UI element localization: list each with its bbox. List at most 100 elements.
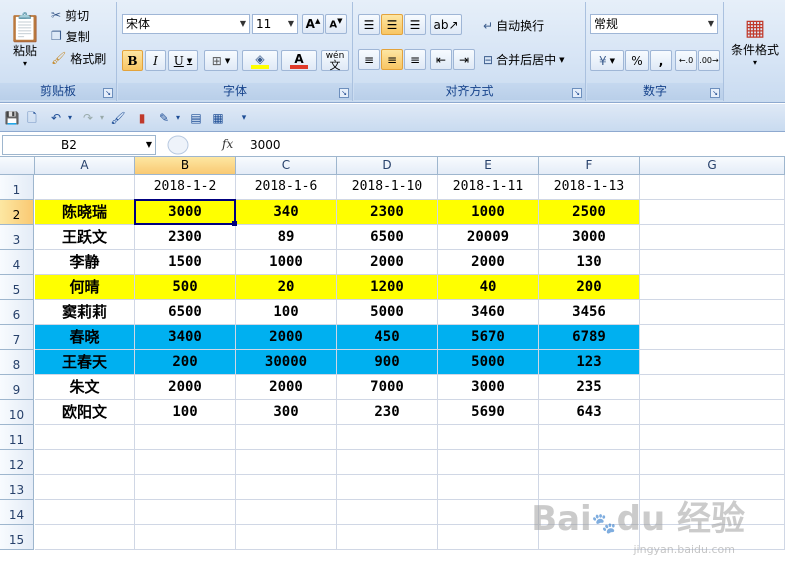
increase-indent-button[interactable]: ⇥	[453, 49, 475, 70]
copy-button[interactable]: ❐ 复制	[50, 26, 110, 46]
new-file-icon[interactable]: 🗋	[24, 110, 40, 126]
cell-b1[interactable]: 2018-1-2	[135, 175, 236, 200]
cell-f11[interactable]	[539, 425, 640, 450]
column-header-b[interactable]: B	[135, 157, 236, 175]
name-box[interactable]: B2 ▼	[2, 135, 156, 155]
row-header[interactable]: 11	[0, 425, 34, 450]
align-bottom-button[interactable]: ☰	[404, 14, 426, 35]
cell-d8[interactable]: 900	[337, 350, 438, 375]
row-header[interactable]: 3	[0, 225, 34, 250]
cell-f7[interactable]: 6789	[539, 325, 640, 350]
cell-g4[interactable]	[640, 250, 785, 275]
paste-button[interactable]: 📋 粘贴 ▾	[4, 4, 46, 78]
comma-style-button[interactable]: ,	[650, 50, 672, 71]
cell-c10[interactable]: 300	[236, 400, 337, 425]
format-painter-icon[interactable]: 🖌	[110, 110, 126, 126]
cell-b4[interactable]: 1500	[135, 250, 236, 275]
cell-c14[interactable]	[236, 500, 337, 525]
insert-function-button[interactable]: fx	[222, 137, 233, 151]
cell-f1[interactable]: 2018-1-13	[539, 175, 640, 200]
cell-d10[interactable]: 230	[337, 400, 438, 425]
cell-b14[interactable]	[135, 500, 236, 525]
underline-button[interactable]: U ▼	[168, 50, 198, 71]
cell-g8[interactable]	[640, 350, 785, 375]
cell-g12[interactable]	[640, 450, 785, 475]
column-header-c[interactable]: C	[236, 157, 337, 175]
cell-d14[interactable]	[337, 500, 438, 525]
conditional-format-button[interactable]: ▦ 条件格式 ▾	[727, 4, 783, 78]
cell-c11[interactable]	[236, 425, 337, 450]
shrink-font-button[interactable]: A▼	[325, 14, 347, 34]
cell-f2[interactable]: 2500	[539, 200, 640, 225]
cell-g2[interactable]	[640, 200, 785, 225]
font-color-button[interactable]: A	[281, 50, 317, 71]
alignment-launcher-icon[interactable]: ↘	[572, 88, 582, 98]
cell-b13[interactable]	[135, 475, 236, 500]
cell-d4[interactable]: 2000	[337, 250, 438, 275]
cell-a1[interactable]	[35, 175, 135, 200]
bold-button[interactable]: B	[122, 50, 143, 71]
cell-b7[interactable]: 3400	[135, 325, 236, 350]
cell-g9[interactable]	[640, 375, 785, 400]
cell-g6[interactable]	[640, 300, 785, 325]
cell-b2[interactable]: 3000	[135, 200, 236, 225]
cell-b6[interactable]: 6500	[135, 300, 236, 325]
column-header-g[interactable]: G	[640, 157, 785, 175]
cell-e13[interactable]	[438, 475, 539, 500]
cell-f12[interactable]	[539, 450, 640, 475]
cell-a8[interactable]: 王春天	[35, 350, 135, 375]
cell-a11[interactable]	[35, 425, 135, 450]
cell-d5[interactable]: 1200	[337, 275, 438, 300]
table-icon[interactable]: ▦	[210, 110, 226, 126]
cell-c6[interactable]: 100	[236, 300, 337, 325]
row-header[interactable]: 9	[0, 375, 34, 400]
cell-e5[interactable]: 40	[438, 275, 539, 300]
cell-f9[interactable]: 235	[539, 375, 640, 400]
cell-e11[interactable]	[438, 425, 539, 450]
number-format-select[interactable]: 常规 ▼	[590, 14, 718, 34]
row-header[interactable]: 1	[0, 175, 34, 200]
cell-a13[interactable]	[35, 475, 135, 500]
currency-button[interactable]: ¥ ▼	[590, 50, 624, 71]
cell-a14[interactable]	[35, 500, 135, 525]
cell-a12[interactable]	[35, 450, 135, 475]
chevron-down-icon[interactable]: ▾	[62, 110, 78, 126]
cell-d6[interactable]: 5000	[337, 300, 438, 325]
cell-g7[interactable]	[640, 325, 785, 350]
cell-a2[interactable]: 陈晓瑞	[35, 200, 135, 225]
italic-button[interactable]: I	[145, 50, 166, 71]
cell-c7[interactable]: 2000	[236, 325, 337, 350]
align-top-button[interactable]: ☰	[358, 14, 380, 35]
cell-f4[interactable]: 130	[539, 250, 640, 275]
cell-g1[interactable]	[640, 175, 785, 200]
format-painter-button[interactable]: 🖌 格式刷	[50, 48, 112, 68]
clipboard-launcher-icon[interactable]: ↘	[103, 88, 113, 98]
cell-b15[interactable]	[135, 525, 236, 550]
cell-e9[interactable]: 3000	[438, 375, 539, 400]
row-header[interactable]: 13	[0, 475, 34, 500]
percent-button[interactable]: %	[625, 50, 649, 71]
row-header[interactable]: 10	[0, 400, 34, 425]
cell-g3[interactable]	[640, 225, 785, 250]
font-launcher-icon[interactable]: ↘	[339, 88, 349, 98]
cell-b11[interactable]	[135, 425, 236, 450]
cell-f8[interactable]: 123	[539, 350, 640, 375]
wrap-text-button[interactable]: ↵ 自动换行	[482, 15, 574, 36]
column-header-e[interactable]: E	[438, 157, 539, 175]
row-header[interactable]: 8	[0, 350, 34, 375]
row-header[interactable]: 12	[0, 450, 34, 475]
cell-g5[interactable]	[640, 275, 785, 300]
cell-e12[interactable]	[438, 450, 539, 475]
chevron-down-icon[interactable]: ▾	[94, 110, 110, 126]
cell-d2[interactable]: 2300	[337, 200, 438, 225]
cell-f10[interactable]: 643	[539, 400, 640, 425]
cell-c2[interactable]: 340	[236, 200, 337, 225]
cell-d11[interactable]	[337, 425, 438, 450]
cell-d13[interactable]	[337, 475, 438, 500]
chevron-down-icon[interactable]: ▾	[170, 110, 186, 126]
cell-d9[interactable]: 7000	[337, 375, 438, 400]
form-icon[interactable]: ▤	[188, 110, 204, 126]
cell-a4[interactable]: 李静	[35, 250, 135, 275]
cell-b10[interactable]: 100	[135, 400, 236, 425]
cell-c13[interactable]	[236, 475, 337, 500]
